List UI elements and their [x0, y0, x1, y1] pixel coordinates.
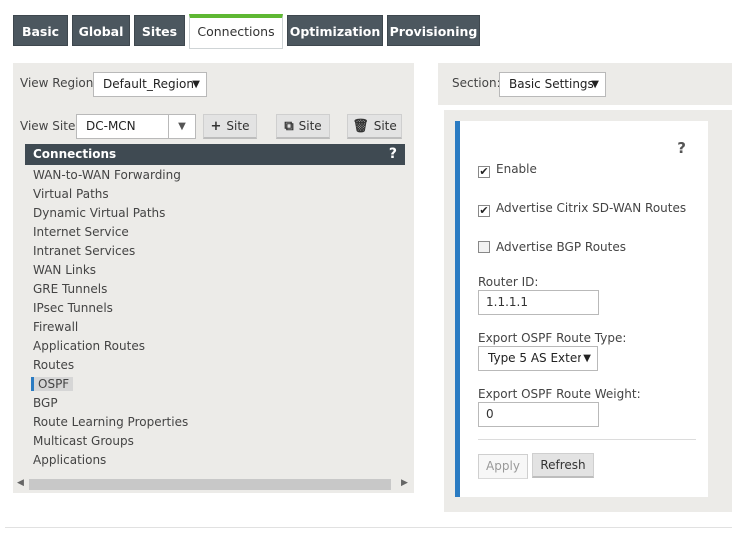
scroll-right-icon[interactable]: ▶	[401, 478, 408, 488]
advertise-citrix-label: Advertise Citrix SD-WAN Routes	[496, 201, 687, 215]
tree-item-bgp[interactable]: BGP	[33, 394, 403, 413]
refresh-button[interactable]: Refresh	[532, 453, 594, 478]
trash-icon: 🗑	[352, 119, 369, 134]
tree-item-wan-to-wan-forwarding[interactable]: WAN-to-WAN Forwarding	[33, 166, 403, 185]
help-icon[interactable]: ?	[677, 139, 686, 157]
help-icon[interactable]: ?	[389, 144, 397, 165]
tree-item-route-learning-properties[interactable]: Route Learning Properties	[33, 413, 403, 432]
tab-bar: Basic Global Sites Connections Optimizat…	[0, 0, 732, 50]
view-region-label: View Region:	[20, 76, 98, 90]
delete-site-label: Site	[373, 119, 397, 133]
tree-item-routes[interactable]: Routes	[33, 356, 403, 375]
add-site-button[interactable]: + Site	[203, 114, 257, 139]
connections-tree: WAN-to-WAN Forwarding Virtual Paths Dyna…	[31, 166, 403, 470]
tab-connections[interactable]: Connections	[189, 14, 283, 49]
checkbox-unchecked-icon[interactable]	[478, 241, 490, 253]
enable-checkbox[interactable]: ✔ Enable	[478, 162, 537, 178]
tree-item-virtual-paths[interactable]: Virtual Paths	[33, 185, 403, 204]
delete-site-button[interactable]: 🗑 Site	[347, 114, 402, 139]
tree-item-wan-links[interactable]: WAN Links	[33, 261, 403, 280]
advertise-bgp-label: Advertise BGP Routes	[496, 240, 626, 254]
tree-item-multicast-groups[interactable]: Multicast Groups	[33, 432, 403, 451]
tree-item-ospf-label: OSPF	[31, 377, 74, 391]
tree-item-application-routes[interactable]: Application Routes	[33, 337, 403, 356]
tree-item-ipsec-tunnels[interactable]: IPsec Tunnels	[33, 299, 403, 318]
checkmark-icon[interactable]: ✔	[478, 166, 490, 178]
tab-optimization[interactable]: Optimization	[287, 15, 383, 46]
clone-site-button[interactable]: ⧉ Site	[276, 114, 330, 139]
tree-item-gre-tunnels[interactable]: GRE Tunnels	[33, 280, 403, 299]
horizontal-scrollbar[interactable]: ◀ ▶	[13, 475, 414, 493]
export-route-weight-value: 0	[486, 407, 494, 421]
view-site-label: View Site:	[20, 119, 80, 133]
tree-item-dynamic-virtual-paths[interactable]: Dynamic Virtual Paths	[33, 204, 403, 223]
connections-title: Connections	[33, 147, 117, 161]
tree-item-applications[interactable]: Applications	[33, 451, 403, 470]
caret-down-icon: ▼	[591, 79, 599, 90]
copy-icon: ⧉	[284, 119, 294, 134]
view-region-value: Default_Region	[103, 77, 194, 91]
view-region-select[interactable]: Default_Region ▼	[93, 72, 207, 97]
tree-item-intranet-services[interactable]: Intranet Services	[33, 242, 403, 261]
export-route-type-label: Export OSPF Route Type:	[478, 331, 627, 345]
section-value: Basic Settings	[509, 77, 594, 91]
apply-label: Apply	[486, 459, 520, 473]
scroll-left-icon[interactable]: ◀	[17, 478, 24, 488]
scrollbar-thumb[interactable]	[29, 479, 391, 490]
footer-divider	[5, 527, 732, 528]
ospf-settings-form: ? ✔ Enable ✔ Advertise Citrix SD-WAN Route…	[455, 121, 708, 497]
enable-label: Enable	[496, 162, 537, 176]
tab-sites[interactable]: Sites	[134, 15, 185, 46]
export-route-type-value: Type 5 AS Exterr	[488, 351, 587, 365]
export-route-weight-label: Export OSPF Route Weight:	[478, 387, 641, 401]
caret-down-icon: ▼	[192, 79, 200, 90]
checkmark-icon[interactable]: ✔	[478, 205, 490, 217]
export-route-weight-input[interactable]: 0	[478, 402, 599, 427]
form-divider	[478, 439, 696, 440]
advertise-citrix-checkbox[interactable]: ✔ Advertise Citrix SD-WAN Routes	[478, 201, 686, 217]
tree-item-ospf[interactable]: OSPF	[31, 375, 403, 394]
chevron-down-icon[interactable]: ▼	[168, 115, 195, 138]
section-select[interactable]: Basic Settings ▼	[499, 72, 606, 97]
refresh-label: Refresh	[540, 458, 586, 472]
tab-global[interactable]: Global	[72, 15, 130, 46]
tab-provisioning[interactable]: Provisioning	[387, 15, 480, 46]
router-id-value: 1.1.1.1	[486, 295, 528, 309]
add-site-label: Site	[226, 119, 250, 133]
section-bar: Section: Basic Settings ▼	[438, 63, 732, 105]
tree-item-internet-service[interactable]: Internet Service	[33, 223, 403, 242]
tree-item-firewall[interactable]: Firewall	[33, 318, 403, 337]
view-site-value: DC-MCN	[86, 119, 136, 133]
apply-button[interactable]: Apply	[478, 454, 528, 479]
advertise-bgp-checkbox[interactable]: Advertise BGP Routes	[478, 240, 626, 254]
connections-header: Connections ?	[25, 144, 405, 165]
clone-site-label: Site	[298, 119, 322, 133]
tab-basic[interactable]: Basic	[13, 15, 68, 46]
router-id-input[interactable]: 1.1.1.1	[478, 290, 599, 315]
connections-tree-panel: View Region: Default_Region ▼ View Site:…	[13, 63, 414, 493]
router-id-label: Router ID:	[478, 275, 539, 289]
section-label: Section:	[452, 76, 501, 90]
view-site-combobox[interactable]: DC-MCN ▼	[76, 114, 196, 139]
caret-down-icon: ▼	[581, 347, 591, 370]
export-route-type-select[interactable]: Type 5 AS Exterr ▼	[478, 346, 598, 371]
plus-icon: +	[210, 119, 222, 134]
